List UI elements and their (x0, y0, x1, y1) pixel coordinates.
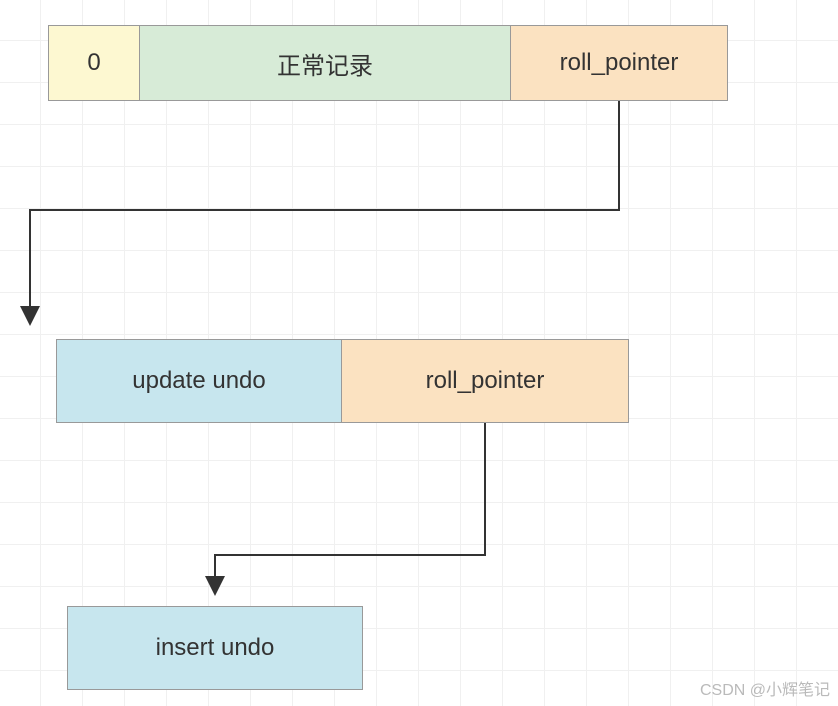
arrow-2 (215, 423, 485, 590)
update-undo-label: update undo (132, 367, 265, 395)
roll-pointer-2-label: roll_pointer (426, 367, 545, 395)
normal-record-box: 正常记录 (139, 25, 511, 101)
roll-pointer-2-box: roll_pointer (341, 339, 629, 423)
value-zero-label: 0 (87, 49, 100, 77)
watermark: CSDN @小辉笔记 (700, 676, 830, 700)
insert-undo-label: insert undo (156, 634, 275, 662)
arrow-1 (30, 101, 619, 320)
roll-pointer-1-label: roll_pointer (560, 49, 679, 77)
roll-pointer-1-box: roll_pointer (510, 25, 728, 101)
insert-undo-box: insert undo (67, 606, 363, 690)
value-zero-box: 0 (48, 25, 140, 101)
normal-record-label: 正常记录 (277, 46, 373, 81)
update-undo-box: update undo (56, 339, 342, 423)
